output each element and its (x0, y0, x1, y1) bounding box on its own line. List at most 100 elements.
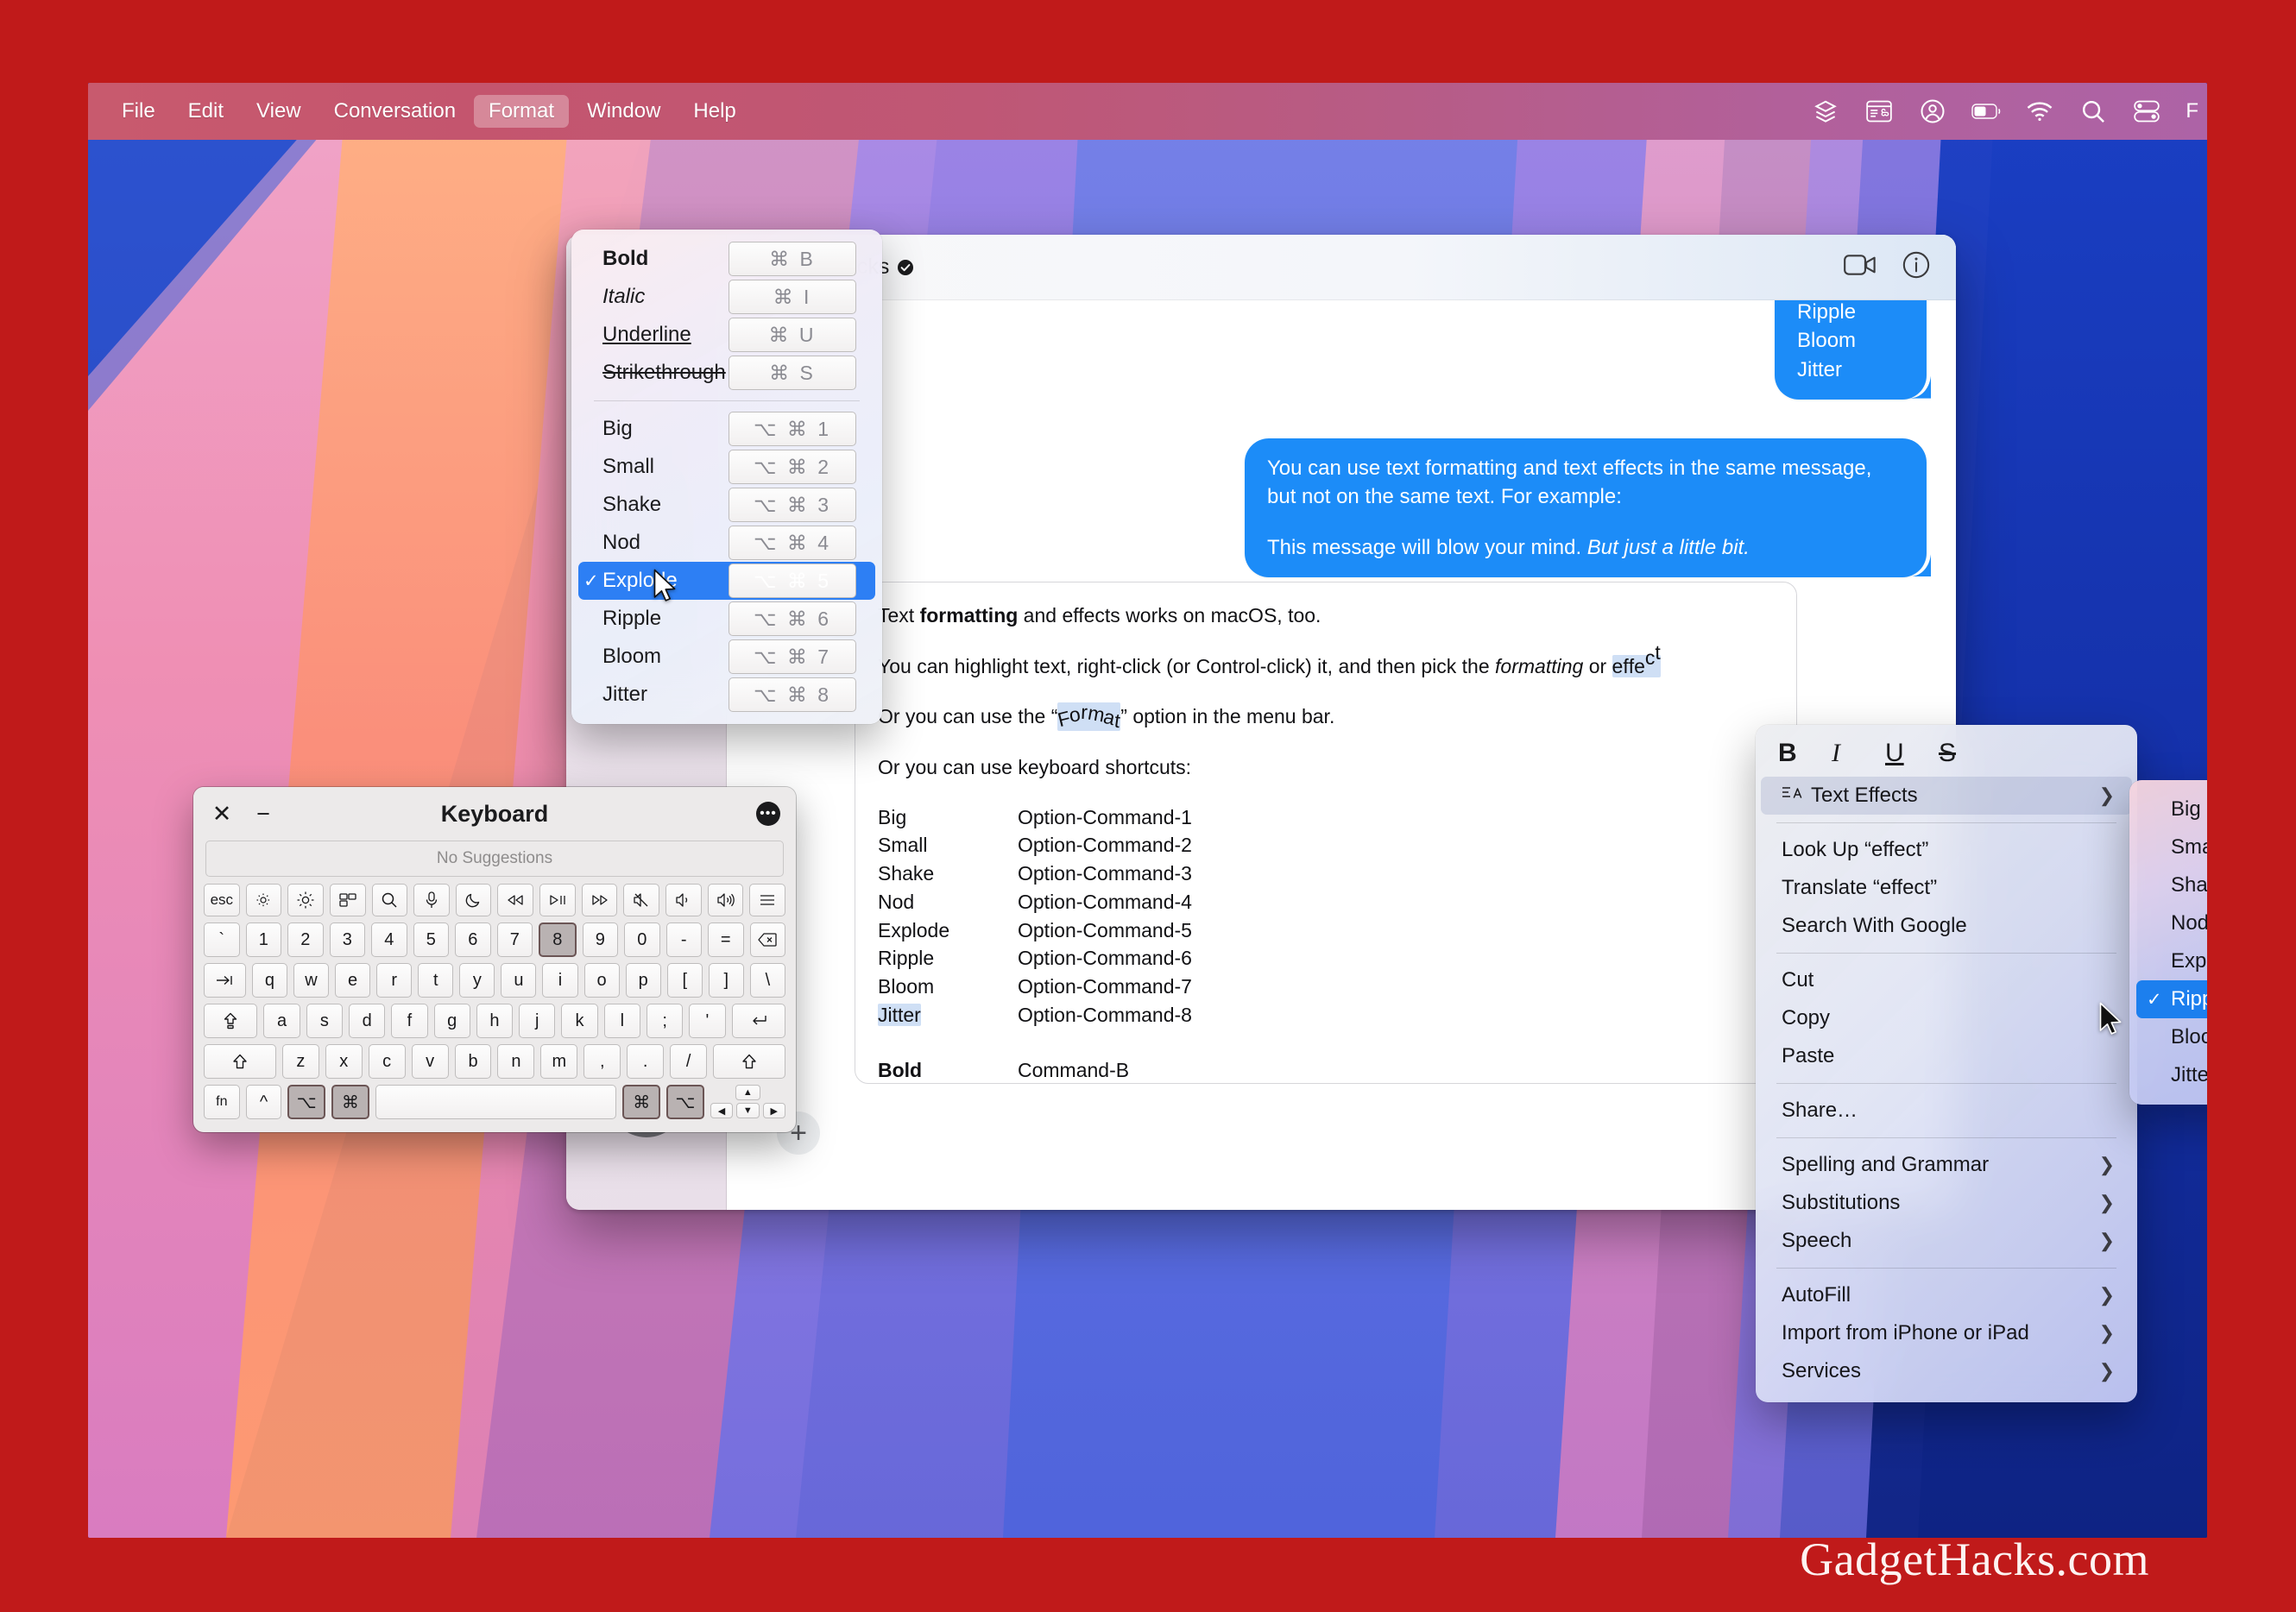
clock-text[interactable]: F (2186, 99, 2198, 123)
menu-window[interactable]: Window (572, 95, 675, 128)
key-backslash[interactable]: \ (749, 963, 785, 998)
compose-format-word[interactable]: Format (1056, 701, 1121, 732)
format-menu-item-jitter[interactable]: Jitter ⌥ ⌘ 8 (578, 676, 875, 714)
control-center-icon[interactable] (2132, 98, 2161, 124)
context-menu-item-translate[interactable]: Translate “effect” (1761, 869, 2132, 907)
key-f[interactable]: f (391, 1004, 428, 1038)
key-minus[interactable]: - (665, 922, 702, 957)
submenu-item-shake[interactable]: Shake (2136, 866, 2207, 904)
submenu-item-bloom[interactable]: Bloom (2136, 1018, 2207, 1056)
context-menu-item-import-iphone-ipad[interactable]: Import from iPhone or iPad ❯ (1761, 1314, 2132, 1352)
compose-effect-word[interactable]: effect (1612, 641, 1661, 677)
wifi-icon[interactable] (2025, 98, 2054, 124)
key-arrow-left[interactable]: ◀ (710, 1103, 734, 1118)
key-3[interactable]: 3 (329, 922, 365, 957)
user-account-icon[interactable] (1918, 98, 1947, 124)
context-menu-item-share[interactable]: Share… (1761, 1092, 2132, 1130)
dictation-icon[interactable] (413, 884, 450, 916)
key-9[interactable]: 9 (582, 922, 618, 957)
key-6[interactable]: 6 (455, 922, 491, 957)
info-icon[interactable] (1902, 251, 1930, 283)
submenu-item-jitter[interactable]: Jitter (2136, 1056, 2207, 1094)
key-o[interactable]: o (583, 963, 620, 998)
key-y[interactable]: y (459, 963, 495, 998)
delete-icon[interactable] (749, 922, 785, 957)
key-b[interactable]: b (454, 1044, 492, 1079)
do-not-disturb-icon[interactable] (455, 884, 492, 916)
rewind-icon[interactable] (497, 884, 534, 916)
play-pause-icon[interactable] (539, 884, 576, 916)
menu-edit[interactable]: Edit (173, 95, 238, 128)
key-7[interactable]: 7 (496, 922, 533, 957)
key-z[interactable]: z (281, 1044, 319, 1079)
key-arrow-up[interactable]: ▲ (735, 1085, 760, 1100)
key-backtick[interactable]: ` (204, 922, 240, 957)
menu-format[interactable]: Format (474, 95, 570, 128)
key-n[interactable]: n (497, 1044, 535, 1079)
menu-conversation[interactable]: Conversation (319, 95, 470, 128)
context-menu-item-substitutions[interactable]: Substitutions ❯ (1761, 1184, 2132, 1222)
facetime-video-icon[interactable] (1844, 253, 1877, 281)
key-1[interactable]: 1 (245, 922, 281, 957)
format-menu-item-ripple[interactable]: Ripple ⌥ ⌘ 6 (578, 600, 875, 638)
mute-icon[interactable] (623, 884, 660, 916)
key-arrow-down[interactable]: ▼ (736, 1103, 760, 1118)
context-menu-item-paste[interactable]: Paste (1761, 1037, 2132, 1075)
context-menu-item-spelling-grammar[interactable]: Spelling and Grammar ❯ (1761, 1146, 2132, 1184)
submenu-item-ripple[interactable]: ✓ Ripple (2136, 980, 2207, 1018)
menu-help[interactable]: Help (678, 95, 750, 128)
context-menu-item-cut[interactable]: Cut (1761, 961, 2132, 999)
compose-input[interactable]: Text formatting and effects works on mac… (855, 582, 1797, 1084)
context-menu-item-copy[interactable]: Copy (1761, 999, 2132, 1037)
suggestions-bar[interactable]: No Suggestions (205, 841, 784, 877)
key-h[interactable]: h (476, 1004, 514, 1038)
format-menu-item-nod[interactable]: Nod ⌥ ⌘ 4 (578, 524, 875, 562)
close-icon[interactable]: ✕ (209, 801, 235, 828)
key-option-right[interactable]: ⌥ (666, 1085, 704, 1119)
key-t[interactable]: t (418, 963, 454, 998)
format-menu-item-strikethrough[interactable]: Strikethrough ⌘ S (578, 354, 875, 392)
format-menu-item-underline[interactable]: Underline ⌘ U (578, 316, 875, 354)
context-menu-item-speech[interactable]: Speech ❯ (1761, 1222, 2132, 1260)
format-menu-item-italic[interactable]: Italic ⌘ I (578, 278, 875, 316)
menu-file[interactable]: File (107, 95, 170, 128)
context-menu-item-autofill[interactable]: AutoFill ❯ (1761, 1276, 2132, 1314)
key-equals[interactable]: = (708, 922, 744, 957)
message-bubble-outgoing-1[interactable]: Shake Nod Explode Ripple Bloom Jitter (1775, 300, 1927, 400)
key-5[interactable]: 5 (413, 922, 449, 957)
key-control[interactable]: ^ (245, 1085, 282, 1119)
key-command-left[interactable]: ⌘ (331, 1085, 369, 1119)
key-bracket-left[interactable]: [ (666, 963, 703, 998)
key-a[interactable]: a (263, 1004, 300, 1038)
context-menu-item-search-google[interactable]: Search With Google (1761, 907, 2132, 945)
key-g[interactable]: g (433, 1004, 470, 1038)
key-k[interactable]: k (561, 1004, 598, 1038)
list-icon[interactable] (749, 884, 785, 916)
key-arrow-right[interactable]: ▶ (762, 1103, 785, 1118)
format-menu-item-small[interactable]: Small ⌥ ⌘ 2 (578, 448, 875, 486)
format-menu-item-big[interactable]: Big ⌥ ⌘ 1 (578, 410, 875, 448)
key-period[interactable]: . (627, 1044, 665, 1079)
search-icon[interactable] (2078, 98, 2108, 124)
mission-control-icon[interactable] (329, 884, 366, 916)
format-menu-item-explode[interactable]: ✓ Explode ⌥ ⌘ 5 (578, 562, 875, 600)
format-menu-item-shake[interactable]: Shake ⌥ ⌘ 3 (578, 486, 875, 524)
submenu-item-explode[interactable]: Explode (2136, 942, 2207, 980)
format-menu-item-bloom[interactable]: Bloom ⌥ ⌘ 7 (578, 638, 875, 676)
brightness-up-icon[interactable] (287, 884, 324, 916)
more-options-icon[interactable]: ••• (756, 802, 780, 826)
key-esc[interactable]: esc (204, 884, 240, 916)
volume-down-icon[interactable] (665, 884, 702, 916)
italic-button[interactable]: I (1832, 739, 1885, 768)
message-bubble-outgoing-2[interactable]: You can use text formatting and text eff… (1245, 438, 1927, 578)
brightness-down-icon[interactable] (245, 884, 282, 916)
key-e[interactable]: e (335, 963, 371, 998)
key-space[interactable] (375, 1085, 617, 1119)
key-p[interactable]: p (625, 963, 661, 998)
submenu-item-nod[interactable]: Nod (2136, 904, 2207, 942)
key-c[interactable]: c (368, 1044, 406, 1079)
key-r[interactable]: r (376, 963, 413, 998)
context-menu-item-look-up[interactable]: Look Up “effect” (1761, 831, 2132, 869)
key-l[interactable]: l (603, 1004, 640, 1038)
key-option-left[interactable]: ⌥ (287, 1085, 326, 1119)
